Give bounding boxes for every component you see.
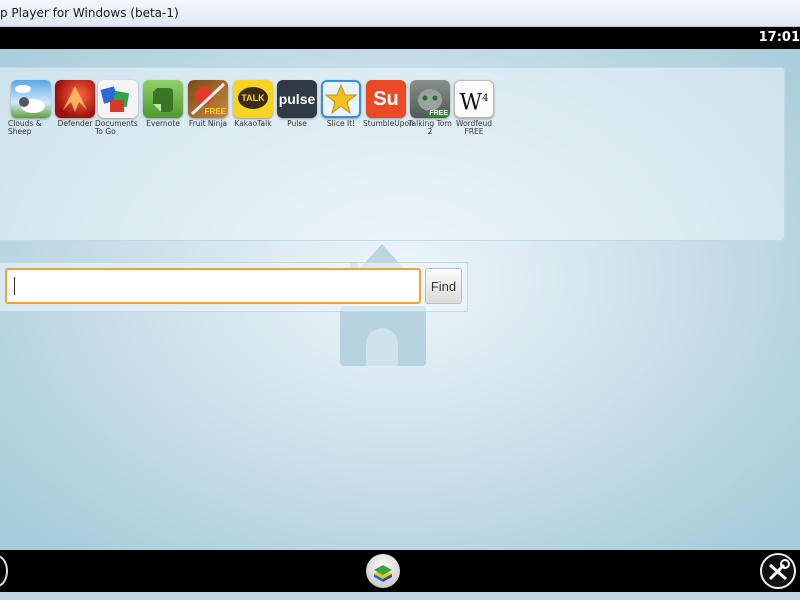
- app-label: Talking Tom 2: [408, 119, 452, 136]
- app-label: Slice It!: [326, 119, 356, 128]
- app-kakaotalk[interactable]: TALK KakaoTalk: [230, 80, 276, 128]
- app-label: KakaoTalk: [234, 119, 272, 128]
- app-label: Evernote: [146, 119, 180, 128]
- search-input[interactable]: [5, 268, 421, 304]
- stumbleupon-icon: Su: [366, 80, 406, 118]
- clouds-sheep-icon: [11, 80, 51, 118]
- app-label: Defender: [57, 119, 93, 128]
- app-defender[interactable]: Defender: [52, 80, 98, 128]
- back-button[interactable]: [0, 555, 8, 587]
- find-button[interactable]: Find: [425, 268, 462, 304]
- fruit-ninja-free-badge: FREE: [204, 107, 226, 116]
- kakaotalk-bubble: TALK: [238, 87, 268, 109]
- defender-icon: [55, 80, 95, 118]
- app-talking-tom-2[interactable]: FREE Talking Tom 2: [407, 80, 453, 136]
- documents-to-go-icon: [98, 80, 138, 118]
- app-stumbleupon[interactable]: Su StumbleUpon: [363, 80, 414, 128]
- evernote-icon: [143, 80, 183, 118]
- app-evernote[interactable]: Evernote: [140, 80, 186, 128]
- app-pulse[interactable]: pulse Pulse: [274, 80, 320, 128]
- app-label: Wordfeud FREE: [455, 119, 493, 136]
- app-clouds-sheep[interactable]: Clouds & Sheep: [8, 80, 54, 136]
- wordfeud-icon: W4: [454, 80, 494, 118]
- talking-tom-icon: FREE: [410, 80, 450, 118]
- status-bar: 17:01: [0, 27, 800, 49]
- app-slice-it[interactable]: Slice It!: [318, 80, 364, 128]
- app-label: Documents To Go: [95, 119, 138, 136]
- wordfeud-score: 4: [482, 93, 489, 104]
- app-documents-to-go[interactable]: Documents To Go: [95, 80, 141, 136]
- app-fruit-ninja[interactable]: FREE Fruit Ninja: [185, 80, 231, 128]
- text-caret: [14, 277, 15, 295]
- window-bottom-border: [0, 592, 800, 600]
- kakaotalk-icon: TALK: [233, 80, 273, 118]
- pulse-icon: pulse: [277, 80, 317, 118]
- fruit-ninja-icon: FREE: [188, 80, 228, 118]
- settings-button[interactable]: [760, 553, 796, 589]
- app-label: Fruit Ninja: [188, 119, 228, 128]
- app-label: Clouds & Sheep: [8, 119, 42, 136]
- status-clock: 17:01: [758, 30, 800, 45]
- talking-tom-free-badge: FREE: [428, 110, 449, 117]
- slice-it-icon: [321, 80, 361, 118]
- bluestacks-logo-icon: [374, 565, 392, 582]
- window-titlebar[interactable]: p Player for Windows (beta-1): [0, 0, 800, 27]
- bluestacks-home-button[interactable]: [366, 554, 400, 588]
- home-screen: Clouds & Sheep Defender Documents To Go …: [0, 49, 800, 550]
- wrench-screwdriver-icon: [768, 559, 790, 581]
- wordfeud-letter: W: [459, 90, 483, 116]
- app-wordfeud[interactable]: W4 Wordfeud FREE: [451, 80, 497, 136]
- search-bar: Find: [0, 262, 468, 312]
- window-title: p Player for Windows (beta-1): [0, 6, 179, 20]
- app-label: StumbleUpon: [363, 119, 414, 128]
- app-drawer-panel: Clouds & Sheep Defender Documents To Go …: [0, 67, 785, 241]
- app-label: Pulse: [287, 119, 307, 128]
